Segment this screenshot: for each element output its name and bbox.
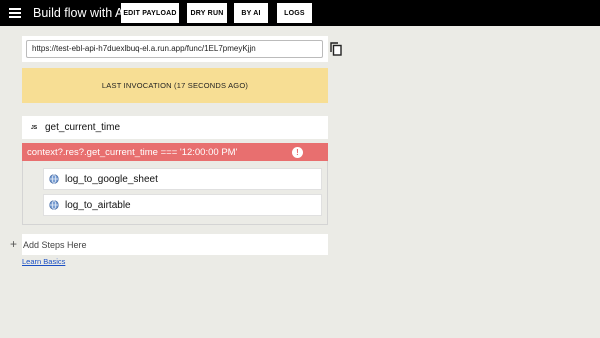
- step-label: log_to_airtable: [65, 199, 131, 211]
- plus-icon[interactable]: +: [10, 238, 17, 250]
- add-steps-button[interactable]: Add Steps Here: [22, 234, 328, 255]
- step-log-to-google-sheet[interactable]: log_to_google_sheet: [43, 168, 322, 190]
- app-title: Build flow with AI: [33, 6, 127, 20]
- last-invocation-banner[interactable]: LAST INVOCATION (17 SECONDS AGO): [22, 68, 328, 103]
- step-log-to-airtable[interactable]: log_to_airtable: [43, 194, 322, 216]
- condition-body: log_to_google_sheet log_to_airtable: [22, 161, 328, 225]
- globe-icon: [49, 174, 59, 184]
- step-label: get_current_time: [45, 122, 121, 133]
- hamburger-menu-icon[interactable]: [9, 8, 21, 18]
- edit-payload-button[interactable]: EDIT PAYLOAD: [121, 3, 179, 23]
- condition-header[interactable]: context?.res?.get_current_time === '12:0…: [22, 143, 328, 161]
- js-icon: JS: [31, 124, 38, 131]
- by-ai-button[interactable]: BY AI: [234, 3, 268, 23]
- last-invocation-label: LAST INVOCATION (17 SECONDS AGO): [101, 81, 249, 90]
- copy-icon[interactable]: [330, 42, 342, 56]
- add-steps-label: Add Steps Here: [23, 239, 87, 250]
- top-bar: Build flow with AI EDIT PAYLOAD DRY RUN …: [0, 0, 600, 26]
- js-step-get-current-time[interactable]: JS get_current_time: [22, 116, 328, 139]
- condition-expression: context?.res?.get_current_time === '12:0…: [27, 146, 238, 158]
- logs-button[interactable]: LOGS: [277, 3, 312, 23]
- endpoint-url-field[interactable]: https://test-ebl-api-h7duexlbuq-el.a.run…: [26, 40, 323, 58]
- dry-run-button[interactable]: DRY RUN: [187, 3, 227, 23]
- globe-icon: [49, 200, 59, 210]
- endpoint-url-panel: https://test-ebl-api-h7duexlbuq-el.a.run…: [22, 36, 342, 62]
- alert-circle-icon[interactable]: !: [292, 147, 303, 158]
- learn-basics-link[interactable]: Learn Basics: [22, 257, 65, 266]
- step-label: log_to_google_sheet: [65, 173, 158, 185]
